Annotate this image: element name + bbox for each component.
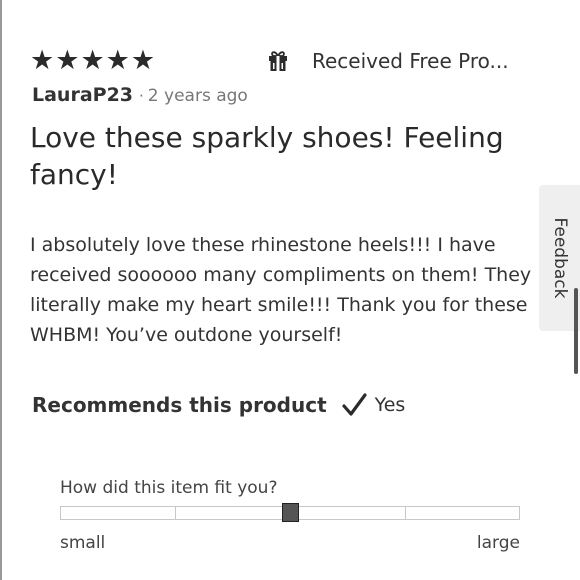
recommends-label: Recommends this product bbox=[32, 393, 327, 417]
fit-scale-divider bbox=[405, 507, 406, 519]
review-title: Love these sparkly shoes! Feeling fancy! bbox=[30, 121, 504, 191]
fit-marker bbox=[281, 503, 299, 522]
gift-icon bbox=[269, 51, 287, 71]
fit-min-label: small bbox=[60, 533, 106, 553]
fit-question: How did this item fit you? bbox=[60, 478, 278, 498]
scrollbar-thumb[interactable] bbox=[574, 288, 578, 374]
meta-separator: · bbox=[139, 87, 144, 105]
star-rating: ★ ★ ★ ★ ★ bbox=[30, 46, 155, 76]
review-meta: LauraP23 · 2 years ago bbox=[32, 84, 248, 106]
star-icon: ★ bbox=[105, 45, 130, 76]
star-icon: ★ bbox=[55, 45, 80, 76]
checkmark-icon bbox=[342, 393, 367, 416]
review-time: 2 years ago bbox=[147, 86, 248, 106]
free-product-badge: Received Free Pro... bbox=[266, 49, 509, 73]
author-name[interactable]: LauraP23 bbox=[32, 84, 133, 106]
recommends-value: Yes bbox=[374, 394, 406, 416]
recommends-row: Recommends this product Yes bbox=[32, 392, 405, 418]
star-icon: ★ bbox=[80, 45, 105, 76]
review-body: I absolutely love these rhinestone heels… bbox=[30, 234, 532, 346]
star-icon: ★ bbox=[30, 45, 55, 76]
fit-max-label: large bbox=[476, 533, 520, 553]
free-product-label: Received Free Pro... bbox=[312, 49, 509, 73]
feedback-tab-label: Feedback bbox=[549, 217, 570, 299]
left-divider bbox=[0, 0, 2, 580]
star-icon: ★ bbox=[130, 45, 156, 76]
fit-scale-divider bbox=[175, 507, 176, 519]
